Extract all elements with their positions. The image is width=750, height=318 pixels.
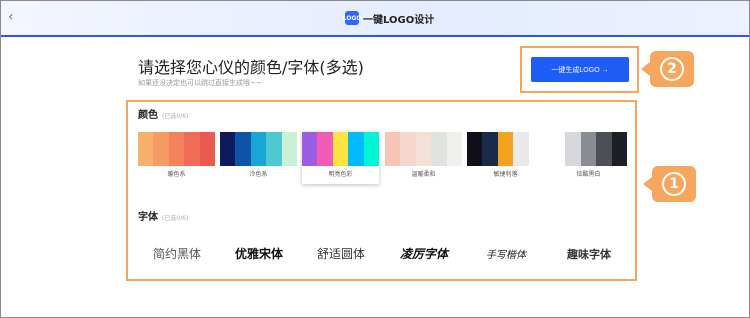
page-title: 请选择您心仪的颜色/字体(多选) — [138, 58, 364, 77]
color-swatch — [513, 132, 529, 166]
font-option-simple-hei[interactable]: 简约黑体 — [138, 236, 216, 271]
color-option-crisp[interactable]: 敏捷利落 — [467, 132, 545, 184]
color-swatch — [385, 132, 401, 166]
annotation-marker-1: 1 — [643, 166, 696, 202]
generate-logo-button[interactable]: 一键生成LOGO → — [531, 57, 629, 82]
color-option-warm[interactable]: 暖色系 — [138, 132, 216, 184]
color-swatch — [528, 132, 545, 166]
app-logo-icon: LOGO — [343, 11, 361, 25]
color-swatch — [415, 132, 432, 166]
color-swatch — [580, 132, 597, 166]
color-swatch — [497, 132, 514, 166]
fonts-section-title: 字体 (已选0/6) — [138, 208, 188, 223]
color-swatch — [363, 132, 380, 166]
colors-title: 颜色 — [138, 110, 158, 121]
colors-selected-count: (已选0/6) — [162, 113, 189, 120]
page-subtitle: 如果还没决定也可以跳过直接生成哦~~ — [138, 79, 262, 87]
color-swatch — [138, 132, 154, 166]
color-option-label: 冷色系 — [249, 171, 268, 178]
color-option-soft-warm[interactable]: 温暖柔和 — [385, 132, 463, 184]
font-option-handwritten-kai[interactable]: 手写楷体 — [467, 236, 545, 271]
color-swatch — [332, 132, 349, 166]
color-swatch — [565, 132, 581, 166]
color-swatches — [385, 132, 463, 166]
color-swatch — [550, 132, 566, 166]
back-icon[interactable]: ‹ — [8, 8, 22, 26]
color-swatches — [550, 132, 628, 166]
color-swatch — [482, 132, 498, 166]
color-option-label: 明亮色彩 — [328, 171, 353, 178]
color-swatches — [302, 132, 380, 166]
font-option-fun[interactable]: 趣味字体 — [550, 236, 628, 271]
color-swatches — [220, 132, 298, 166]
color-option-label: 温暖柔和 — [411, 171, 436, 178]
color-swatch — [184, 132, 200, 166]
color-swatch — [266, 132, 282, 166]
color-swatches — [467, 132, 545, 166]
color-option-cool-bw[interactable]: 炫酷黑白 — [550, 132, 628, 184]
color-swatch — [596, 132, 612, 166]
color-option-label: 敏捷利落 — [493, 171, 518, 178]
color-swatch — [431, 132, 447, 166]
color-swatch — [446, 132, 463, 166]
marker-number: 2 — [660, 57, 684, 81]
color-swatch — [302, 132, 318, 166]
color-swatch — [281, 132, 298, 166]
color-swatch — [168, 132, 185, 166]
color-swatch — [317, 132, 333, 166]
color-swatch — [611, 132, 628, 166]
color-swatch — [220, 132, 236, 166]
color-swatch — [348, 132, 364, 166]
color-option-cool[interactable]: 冷色系 — [220, 132, 298, 184]
color-swatch — [153, 132, 169, 166]
color-swatch — [250, 132, 267, 166]
font-option-comfy-round[interactable]: 舒适圆体 — [302, 236, 380, 271]
color-swatch — [400, 132, 416, 166]
marker-number: 1 — [662, 172, 686, 196]
color-swatch — [235, 132, 251, 166]
font-option-sharp[interactable]: 凌厉字体 — [385, 236, 463, 271]
app-header: LOGO 一键LOGO设计 — [343, 9, 435, 27]
color-option-label: 暖色系 — [167, 171, 186, 178]
top-bar-divider — [1, 35, 749, 37]
colors-section-title: 颜色 (已选0/6) — [138, 106, 188, 121]
fonts-title: 字体 — [138, 212, 158, 223]
app-title: 一键LOGO设计 — [363, 14, 435, 26]
color-option-bright[interactable]: 明亮色彩 — [302, 132, 380, 184]
color-swatch — [199, 132, 216, 166]
color-option-label: 炫酷黑白 — [576, 171, 601, 178]
fonts-selected-count: (已选0/6) — [162, 215, 189, 222]
color-swatches — [138, 132, 216, 166]
annotation-marker-2: 2 — [641, 51, 694, 87]
font-option-elegant-song[interactable]: 优雅宋体 — [220, 236, 298, 271]
color-swatch — [467, 132, 483, 166]
